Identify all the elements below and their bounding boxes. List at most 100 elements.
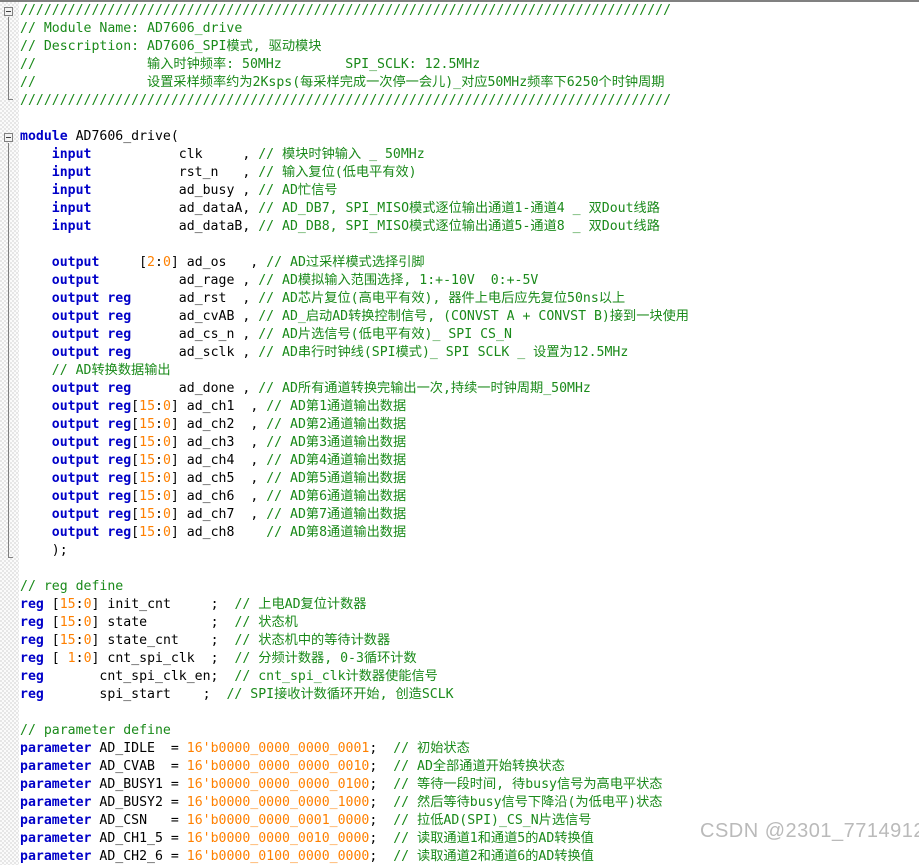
token-pl: : [155,255,163,270]
code-line[interactable]: ////////////////////////////////////////… [20,2,919,20]
token-cm: // 读取通道2和通道6的AD转换值 [393,849,594,864]
token-cm: // 状态机中的等待计数器 [234,633,391,648]
token-pl: ad_dataA, [91,201,259,216]
code-line[interactable]: ); [20,542,919,560]
code-line[interactable] [20,560,919,578]
code-line[interactable]: output reg[15:0] ad_ch6 , // AD第6通道输出数据 [20,488,919,506]
code-line[interactable]: input ad_dataA, // AD_DB7, SPI_MISO模式逐位输… [20,200,919,218]
code-line[interactable]: output reg ad_rst , // AD芯片复位(高电平有效), 器件… [20,290,919,308]
token-cm: // AD第7通道输出数据 [266,507,407,522]
fold-toggle-module-port-block[interactable] [4,133,13,142]
code-line[interactable]: output reg[15:0] ad_ch2 , // AD第2通道输出数据 [20,416,919,434]
code-line[interactable]: parameter AD_CH1_5 = 16'b0000_0000_0010_… [20,830,919,848]
code-line[interactable]: output [2:0] ad_os , // AD过采样模式选择引脚 [20,254,919,272]
fold-gutter[interactable] [0,2,20,865]
code-line[interactable]: reg [ 1:0] cnt_spi_clk ; // 分频计数器, 0-3循环… [20,650,919,668]
token-pl: [ [43,615,60,630]
code-line[interactable]: output reg[15:0] ad_ch4 , // AD第4通道输出数据 [20,452,919,470]
code-line[interactable]: // AD转换数据输出 [20,362,919,380]
token-pl: [ [43,597,60,612]
code-surface[interactable]: ////////////////////////////////////////… [20,2,919,865]
code-line[interactable]: reg [15:0] init_cnt ; // 上电AD复位计数器 [20,596,919,614]
code-line[interactable]: reg spi_start ; // SPI接收计数循环开始, 创造SCLK [20,686,919,704]
token-kw: output reg [51,399,132,414]
token-cm: // AD片选信号(低电平有效)_ SPI CS_N [258,327,512,342]
token-cm: // AD_启动AD转换控制信号, (CONVST A + CONVST B)接… [258,309,689,324]
code-line[interactable]: reg [15:0] state ; // 状态机 [20,614,919,632]
code-line[interactable]: reg [15:0] state_cnt ; // 状态机中的等待计数器 [20,632,919,650]
token-kw: input [51,219,92,234]
token-num: 15 [139,399,156,414]
token-num: 0 [162,399,171,414]
token-num: 1 [67,651,76,666]
code-line[interactable] [20,236,919,254]
code-line[interactable]: parameter AD_IDLE = 16'b0000_0000_0000_0… [20,740,919,758]
code-line[interactable]: ////////////////////////////////////////… [20,92,919,110]
code-line[interactable]: parameter AD_CH2_6 = 16'b0000_0100_0000_… [20,848,919,865]
code-line[interactable]: input clk , // 模块时钟输入 _ 50MHz [20,146,919,164]
code-line[interactable]: output reg[15:0] ad_ch1 , // AD第1通道输出数据 [20,398,919,416]
code-line[interactable]: input rst_n , // 输入复位(低电平有效) [20,164,919,182]
token-num: 15 [139,453,156,468]
code-line[interactable]: output reg ad_sclk , // AD串行时钟线(SPI模式)_ … [20,344,919,362]
code-line[interactable]: reg cnt_spi_clk_en; // cnt_spi_clk计数器使能信… [20,668,919,686]
code-line[interactable]: output reg[15:0] ad_ch5 , // AD第5通道输出数据 [20,470,919,488]
fold-line-module-port-block [8,143,9,557]
token-cm: // parameter define [20,723,171,738]
token-num: 15 [139,417,156,432]
token-pl: : [75,615,84,630]
token-pl: [ [131,435,140,450]
fold-end-header-comment-block [8,99,13,100]
token-num: 15 [139,525,156,540]
code-line[interactable]: output reg[15:0] ad_ch8 // AD第8通道输出数据 [20,524,919,542]
token-num: 2 [147,255,155,270]
token-pl: ] state_cnt ; [91,633,235,648]
token-kw: output reg [51,291,132,306]
code-line[interactable]: parameter AD_BUSY1 = 16'b0000_0000_0000_… [20,776,919,794]
code-line[interactable]: input ad_busy , // AD忙信号 [20,182,919,200]
code-editor[interactable]: ////////////////////////////////////////… [0,0,919,865]
code-line[interactable]: output reg ad_cvAB , // AD_启动AD转换控制信号, (… [20,308,919,326]
token-num: 0 [162,507,171,522]
token-cm: // AD模拟输入范围选择, 1:+-10V 0:+-5V [258,273,539,288]
token-pl: [ [131,489,140,504]
code-line[interactable]: // 输入时钟频率: 50MHz SPI_SCLK: 12.5MHz [20,56,919,74]
code-line[interactable]: // Description: AD7606_SPI模式, 驱动模块 [20,38,919,56]
code-line[interactable]: output reg[15:0] ad_ch3 , // AD第3通道输出数据 [20,434,919,452]
token-pl: AD7606_drive( [67,129,179,144]
token-kw: parameter [20,831,92,846]
token-cm: // AD第1通道输出数据 [266,399,407,414]
fold-toggle-header-comment-block[interactable] [4,7,13,16]
token-num: 16'b0000_0000_0000_0010 [186,759,370,774]
token-kw: parameter [20,759,92,774]
token-pl: ] ad_ch5 , [170,471,267,486]
code-line[interactable]: // reg define [20,578,919,596]
code-line[interactable]: output reg[15:0] ad_ch7 , // AD第7通道输出数据 [20,506,919,524]
token-pl: : [155,435,163,450]
code-line[interactable]: module AD7606_drive( [20,128,919,146]
code-line[interactable]: parameter AD_CSN = 16'b0000_0000_0001_00… [20,812,919,830]
token-cm: // AD第4通道输出数据 [266,453,407,468]
token-pl: ; [369,777,394,792]
code-line[interactable] [20,110,919,128]
token-pl: ad_rage , [99,273,259,288]
token-pl: [ [131,453,140,468]
code-line[interactable]: // Module Name: AD7606_drive [20,20,919,38]
code-line[interactable]: output ad_rage , // AD模拟输入范围选择, 1:+-10V … [20,272,919,290]
code-line[interactable]: output reg ad_cs_n , // AD片选信号(低电平有效)_ S… [20,326,919,344]
token-num: 16'b0000_0000_0010_0000 [186,831,370,846]
token-num: 0 [83,597,92,612]
code-line[interactable]: output reg ad_done , // AD所有通道转换完输出一次,持续… [20,380,919,398]
token-kw: output reg [51,327,132,342]
code-line[interactable]: parameter AD_BUSY2 = 16'b0000_0000_0000_… [20,794,919,812]
code-line[interactable]: input ad_dataB, // AD_DB8, SPI_MISO模式逐位输… [20,218,919,236]
code-line[interactable] [20,704,919,722]
code-line[interactable]: parameter AD_CVAB = 16'b0000_0000_0000_0… [20,758,919,776]
code-line[interactable]: // parameter define [20,722,919,740]
code-line[interactable]: // 设置采样频率约为2Ksps(每采样完成一次停一会儿)_对应50MHz频率下… [20,74,919,92]
